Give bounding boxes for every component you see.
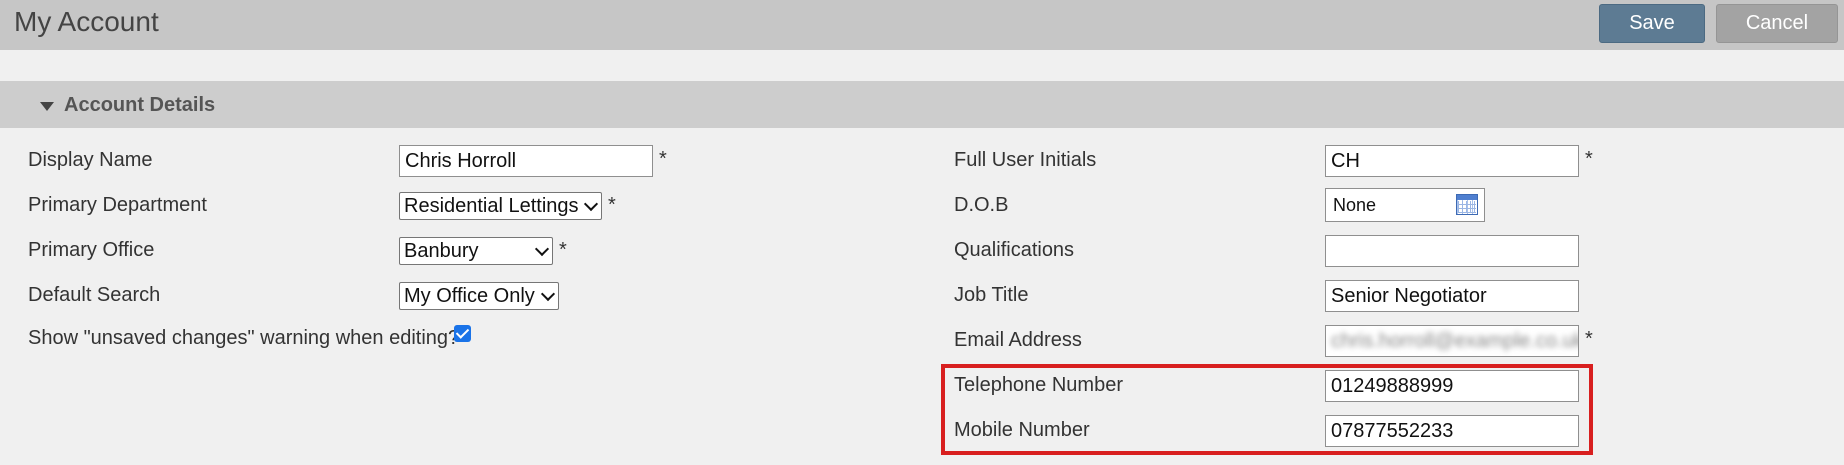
display-name-input[interactable]: Chris Horroll (399, 145, 653, 177)
dob-value: None (1333, 195, 1377, 215)
required-marker: * (659, 148, 667, 170)
primary-office-value: Banbury (404, 240, 479, 262)
chevron-down-icon (534, 241, 550, 257)
job-title-input[interactable]: Senior Negotiator (1325, 280, 1579, 312)
default-search-select[interactable]: My Office Only (399, 282, 559, 310)
dob-date-field[interactable]: None (1325, 188, 1485, 222)
dob-label: D.O.B (954, 194, 1009, 216)
email-address-input[interactable]: chris.horroll@example.co.uk (1325, 325, 1579, 357)
unsaved-warning-label: Show "unsaved changes" warning when edit… (28, 327, 460, 349)
default-search-label: Default Search (28, 284, 161, 306)
checkmark-icon (455, 325, 470, 339)
qualifications-input[interactable] (1325, 235, 1579, 267)
section-header[interactable] (0, 81, 1844, 128)
default-search-value: My Office Only (404, 285, 535, 307)
cancel-button[interactable]: Cancel (1716, 4, 1838, 43)
top-bar (0, 0, 1844, 50)
section-title: Account Details (64, 94, 216, 116)
display-name-label: Display Name (28, 149, 153, 171)
required-marker: * (1585, 148, 1593, 170)
required-marker: * (559, 239, 567, 261)
page-title: My Account (14, 6, 159, 37)
chevron-down-icon (540, 286, 556, 302)
email-address-label: Email Address (954, 329, 1082, 351)
save-button[interactable]: Save (1599, 4, 1705, 43)
caret-down-icon[interactable] (40, 102, 54, 111)
required-marker: * (608, 194, 616, 216)
primary-department-value: Residential Lettings (404, 195, 579, 217)
chevron-down-icon (583, 196, 599, 212)
highlight-box (941, 364, 1593, 455)
required-marker: * (1585, 328, 1593, 350)
email-address-value: chris.horroll@example.co.uk (1331, 330, 1579, 352)
full-user-initials-input[interactable]: CH (1325, 145, 1579, 177)
primary-office-select[interactable]: Banbury (399, 237, 553, 265)
calendar-icon[interactable] (1456, 194, 1478, 215)
unsaved-warning-checkbox[interactable] (454, 325, 471, 342)
qualifications-label: Qualifications (954, 239, 1075, 261)
primary-department-select[interactable]: Residential Lettings (399, 192, 602, 220)
primary-department-label: Primary Department (28, 194, 207, 216)
full-user-initials-label: Full User Initials (954, 149, 1097, 171)
job-title-label: Job Title (954, 284, 1029, 306)
primary-office-label: Primary Office (28, 239, 155, 261)
